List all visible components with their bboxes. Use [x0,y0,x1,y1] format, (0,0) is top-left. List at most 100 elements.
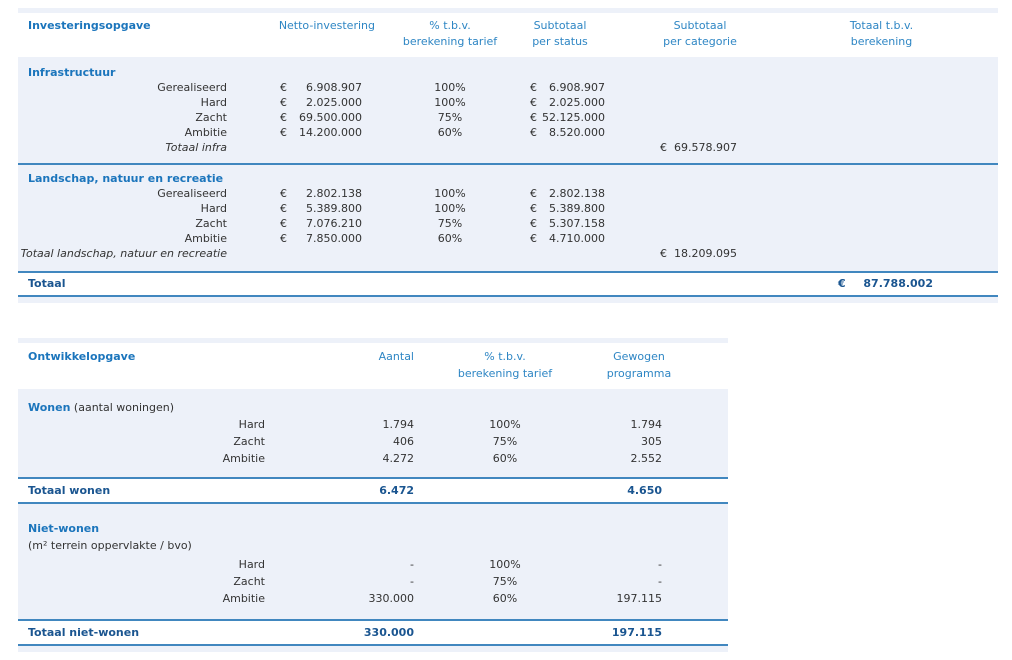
euro-symbol: € [280,110,287,125]
pct-value: 75% [432,573,578,590]
row-label: Ambitie [18,231,245,246]
column-header-aantal: Aantal [285,348,432,365]
euro-symbol: € [280,201,287,216]
column-header-gewogen: Gewogen [578,348,728,365]
section-header-niet-wonen: Niet-wonen [18,520,728,537]
euro-symbol: € [660,246,667,261]
pct-value: 100% [385,95,515,110]
gewogen-value: 305 [578,433,728,450]
pct-value: 100% [432,556,578,573]
row-label: Hard [18,416,285,433]
netto-value: 14.200.000 [299,125,362,140]
section-header-landschap: Landschap, natuur en recreatie [18,171,998,186]
total-niet-wonen-row: Totaal niet-wonen 330.000 197.115 [18,619,728,646]
euro-symbol: € [530,186,537,201]
total-label: Totaal niet-wonen [18,624,285,641]
column-header-gewogen-line2: programma [578,365,728,382]
substatus-value: 6.908.907 [549,80,605,95]
section-total-label: Totaal infra [18,140,385,155]
column-header-substatus-line2: per status [515,34,635,50]
table-row: Zacht €69.500.000 75% €52.125.000 [18,110,998,125]
column-header-subcategory-line2: per categorie [635,34,765,50]
substatus-value: 2.025.000 [549,95,605,110]
row-label: Ambitie [18,450,285,467]
table-row: Ambitie 4.272 60% 2.552 [18,450,728,467]
total-wonen-row: Totaal wonen 6.472 4.650 [18,477,728,504]
pct-value: 100% [385,186,515,201]
section-total-label: Totaal landschap, natuur en recreatie [18,246,385,261]
euro-symbol: € [530,80,537,95]
pct-value: 100% [432,416,578,433]
subcategory-total-value: 69.578.907 [674,140,737,155]
table-row: Gerealiseerd €2.802.138 100% €2.802.138 [18,186,998,201]
column-header-pct: % t.b.v. [432,348,578,365]
substatus-value: 52.125.000 [542,110,605,125]
column-header-pct-line2: berekening tarief [385,34,515,50]
column-header-pct: % t.b.v. [385,18,515,34]
gewogen-value: 197.115 [578,590,728,607]
column-header-netto-line2 [245,34,385,50]
euro-symbol: € [530,231,537,246]
table-row: Hard €2.025.000 100% €2.025.000 [18,95,998,110]
gewogen-value: - [578,573,728,590]
total-aantal-value: 330.000 [285,624,432,641]
netto-value: 2.802.138 [306,186,362,201]
investment-table-title: Investeringsopgave [18,18,245,34]
table-row: Ambitie €7.850.000 60% €4.710.000 [18,231,998,246]
column-header-subcategory: Subtotaal [635,18,765,34]
grand-total-label: Totaal [18,276,245,292]
euro-symbol: € [530,110,537,125]
pct-value: 60% [432,590,578,607]
euro-symbol: € [530,125,537,140]
grand-total-value: 87.788.002 [863,276,933,292]
netto-value: 7.850.000 [306,231,362,246]
section-name-note: (aantal woningen) [70,401,174,414]
euro-symbol: € [530,201,537,216]
table-row: Hard 1.794 100% 1.794 [18,416,728,433]
row-label: Zacht [18,573,285,590]
substatus-value: 5.389.800 [549,201,605,216]
row-label: Zacht [18,216,245,231]
row-label: Zacht [18,433,285,450]
pct-value: 75% [432,433,578,450]
table-row: Hard €5.389.800 100% €5.389.800 [18,201,998,216]
column-header-aantal-line2 [285,365,432,382]
row-label: Gerealiseerd [18,186,245,201]
aantal-value: 330.000 [285,590,432,607]
section-subtitle-row: (m² terrein oppervlakte / bvo) [18,537,728,554]
pct-value: 60% [385,231,515,246]
column-header-pct-line2: berekening tarief [432,365,578,382]
euro-symbol: € [280,186,287,201]
euro-symbol: € [280,95,287,110]
subcategory-total-value: 18.209.095 [674,246,737,261]
section-subtitle: (m² terrein oppervlakte / bvo) [18,537,728,554]
row-label: Zacht [18,110,245,125]
development-table-title: Ontwikkelopgave [18,348,285,365]
table-row: Ambitie €14.200.000 60% €8.520.000 [18,125,998,140]
section-header-row: Wonen (aantal woningen) [18,399,728,416]
section-header-infrastructuur: Infrastructuur [18,65,998,80]
column-header-total: Totaal t.b.v. [765,18,998,34]
row-label: Ambitie [18,125,245,140]
table-row: Zacht €7.076.210 75% €5.307.158 [18,216,998,231]
pct-value: 100% [385,80,515,95]
pct-value: 75% [385,110,515,125]
table-row: Zacht 406 75% 305 [18,433,728,450]
development-table: Ontwikkelopgave Aantal % t.b.v. Gewogen … [18,338,728,652]
substatus-value: 2.802.138 [549,186,605,201]
investment-table-header: Investeringsopgave Netto-investering % t… [18,13,998,57]
row-label: Gerealiseerd [18,80,245,95]
grand-total-row: Totaal €87.788.002 [18,271,998,297]
euro-symbol: € [660,140,667,155]
euro-symbol: € [530,95,537,110]
euro-symbol: € [280,231,287,246]
netto-value: 7.076.210 [306,216,362,231]
euro-symbol: € [530,216,537,231]
total-label: Totaal wonen [18,482,285,499]
table-row: Hard - 100% - [18,556,728,573]
aantal-value: 1.794 [285,416,432,433]
section-header-wonen: Wonen (aantal woningen) [18,399,728,416]
section-header-row: Niet-wonen [18,520,728,537]
pct-value: 100% [385,201,515,216]
total-aantal-value: 6.472 [285,482,432,499]
